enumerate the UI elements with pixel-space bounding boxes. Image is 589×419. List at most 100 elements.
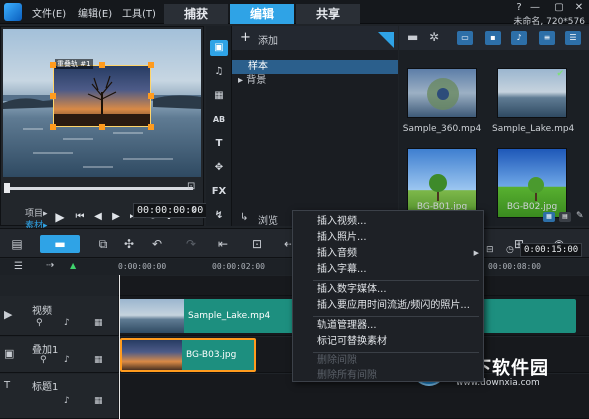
track-name: 叠加1 (32, 345, 59, 356)
browse-button[interactable]: 浏览 (258, 212, 278, 227)
zoom-fit-icon[interactable]: ⊡ (248, 235, 266, 253)
settings-icon[interactable]: ✲ (429, 30, 439, 44)
menu-insert-digital-media[interactable]: 插入数字媒体... (317, 283, 387, 297)
menu-insert-photo[interactable]: 插入照片... (317, 231, 367, 245)
menu-insert-timelapse[interactable]: 插入要应用时间流逝/频闪的照片... (317, 299, 470, 313)
play-icon[interactable]: ▶ (53, 210, 67, 224)
mute-icon[interactable]: ♪ (64, 396, 70, 406)
mute-icon[interactable]: ♪ (64, 355, 70, 365)
thumb-sample-360[interactable] (407, 68, 477, 118)
transition-ab-icon[interactable]: AB (210, 112, 228, 128)
view-list-icon[interactable]: ☰ (565, 31, 581, 45)
menu-tools[interactable]: 工具(T) (122, 5, 156, 20)
track-head-overlay: ▣ 叠加1 ⚲ ♪ ▦ (0, 337, 118, 373)
view-thumbnails-icon[interactable]: ▦ (543, 212, 555, 222)
ripple-icon[interactable]: ▦ (94, 396, 103, 406)
timeline-duration[interactable]: 0:00:15:00 (520, 243, 583, 257)
preview-panel: 重叠轨 #1 ⊡ 项目▸ 素材▸ ▶ ⏮ ◀ ▶ ⏭ ⟲ ♪ 00:00:00:… (0, 26, 208, 231)
library-sidebar: ▣ ♫ ▦ AB T ✥ FX ↯ (206, 26, 232, 226)
resize-handle[interactable] (148, 124, 154, 130)
resize-handle[interactable] (148, 93, 154, 99)
zoom-out-icon[interactable]: ⊟ (486, 245, 494, 255)
app-logo-icon (4, 3, 22, 21)
timecode-stepper-icon[interactable]: ⇕ (191, 205, 198, 214)
home-icon[interactable]: ⏮ (73, 210, 87, 224)
preview-screen[interactable]: 重叠轨 #1 (3, 29, 201, 177)
library-grid: ▬ ✲ ▭ ▪ ♪ ≡ ☰ Sample_360.mp4 ✔ Sample_La… (399, 26, 589, 226)
menu-track-manager[interactable]: 轨道管理器... (317, 319, 377, 333)
folder-backgrounds[interactable]: ▸ 背景 (232, 74, 398, 88)
view-details-icon[interactable]: ▤ (559, 212, 571, 222)
help-icon[interactable]: ? (512, 2, 526, 14)
minimize-icon[interactable]: — (528, 2, 542, 14)
folder-samples[interactable]: 样本 (232, 60, 398, 74)
track-name: 视频 (32, 306, 52, 317)
storyboard-view-icon[interactable]: ▤ (8, 235, 26, 253)
overlay-track-label: 重叠轨 #1 (55, 59, 93, 69)
scrubber-track[interactable] (7, 187, 193, 190)
resize-handle[interactable] (99, 62, 105, 68)
menu-file[interactable]: 文件(E) (32, 5, 66, 20)
mute-icon[interactable]: ♪ (64, 318, 70, 328)
menu-insert-video[interactable]: 插入视频... (317, 215, 367, 229)
link-icon[interactable]: ⚲ (40, 355, 47, 365)
marker-icon[interactable]: ▲ (70, 261, 76, 270)
filter-photo-icon[interactable]: ▪ (485, 31, 501, 45)
menu-insert-subtitle[interactable]: 插入字幕... (317, 263, 367, 277)
magic-tool-icon[interactable]: ✣ (120, 235, 138, 253)
resize-handle[interactable] (50, 93, 56, 99)
fullscreen-icon[interactable]: ⊡ (187, 181, 195, 192)
maximize-icon[interactable]: ▢ (552, 2, 566, 14)
menu-insert-audio[interactable]: 插入音频 (317, 247, 357, 261)
transition-icon[interactable]: ▦ (210, 88, 228, 104)
title-icon[interactable]: T (210, 136, 228, 152)
browse-icon[interactable]: ↳ (240, 212, 248, 223)
resize-handle[interactable] (99, 124, 105, 130)
next-frame-icon[interactable]: ▶ (109, 210, 123, 224)
instant-project-icon[interactable]: ♫ (210, 64, 228, 80)
playhead[interactable] (119, 275, 120, 419)
ripple-icon[interactable]: ▦ (94, 355, 103, 365)
filter-audio-icon[interactable]: ♪ (511, 31, 527, 45)
tab-share[interactable]: 共享 (296, 4, 360, 24)
timeline-view-icon[interactable]: ▬ (40, 235, 80, 253)
copy-icon[interactable]: ⧉ (94, 235, 112, 253)
clock-icon[interactable]: ◷ (506, 245, 514, 255)
scrubber-knob[interactable] (4, 183, 10, 193)
clip-overlay[interactable]: BG-B03.jpg (120, 338, 256, 372)
track-manager-icon[interactable]: ☰ (14, 261, 23, 272)
menu-delete-all-gaps[interactable]: 删除所有间隙 (317, 369, 377, 383)
thumb-label: BG-B02.jpg (506, 202, 558, 212)
fit-icon[interactable]: ⇤ (214, 235, 232, 253)
ripple-icon[interactable]: ▦ (94, 318, 103, 328)
graphic-icon[interactable]: ✥ (210, 160, 228, 176)
redo-icon[interactable]: ↷ (182, 235, 200, 253)
menu-edit[interactable]: 编辑(E) (78, 5, 112, 20)
resize-handle[interactable] (148, 62, 154, 68)
undo-icon[interactable]: ↶ (148, 235, 166, 253)
menu-mark-replaceable[interactable]: 标记可替换素材 (317, 335, 387, 349)
tab-capture[interactable]: 捕获 (164, 4, 228, 24)
media-icon[interactable]: ▣ (210, 40, 228, 56)
import-folder-icon[interactable]: ▬ (407, 30, 418, 44)
add-folder-button[interactable]: 添加 (258, 32, 278, 47)
chapter-point-icon[interactable]: ⇢ (46, 260, 54, 271)
menu-separator (313, 316, 479, 317)
prev-frame-icon[interactable]: ◀ (91, 210, 105, 224)
add-icon[interactable]: + (240, 30, 251, 45)
tab-edit[interactable]: 编辑 (230, 4, 294, 24)
edit-icon[interactable]: ✎ (576, 211, 584, 221)
path-icon[interactable]: ↯ (210, 208, 228, 224)
menu-delete-gap[interactable]: 删除间隙 (317, 354, 357, 368)
thumb-sample-lake[interactable]: ✔ (497, 68, 567, 118)
resize-handle[interactable] (50, 124, 56, 130)
overlay-clip-preview[interactable] (53, 65, 151, 127)
close-icon[interactable]: ✕ (572, 2, 586, 14)
clip-thumbnail (120, 299, 184, 333)
resize-handle[interactable] (50, 62, 56, 68)
thumb-label: Sample_Lake.mp4 (492, 124, 575, 134)
fx-icon[interactable]: FX (210, 184, 228, 200)
sort-icon[interactable]: ≡ (539, 31, 555, 45)
filter-video-icon[interactable]: ▭ (457, 31, 473, 45)
link-icon[interactable]: ⚲ (36, 318, 43, 328)
